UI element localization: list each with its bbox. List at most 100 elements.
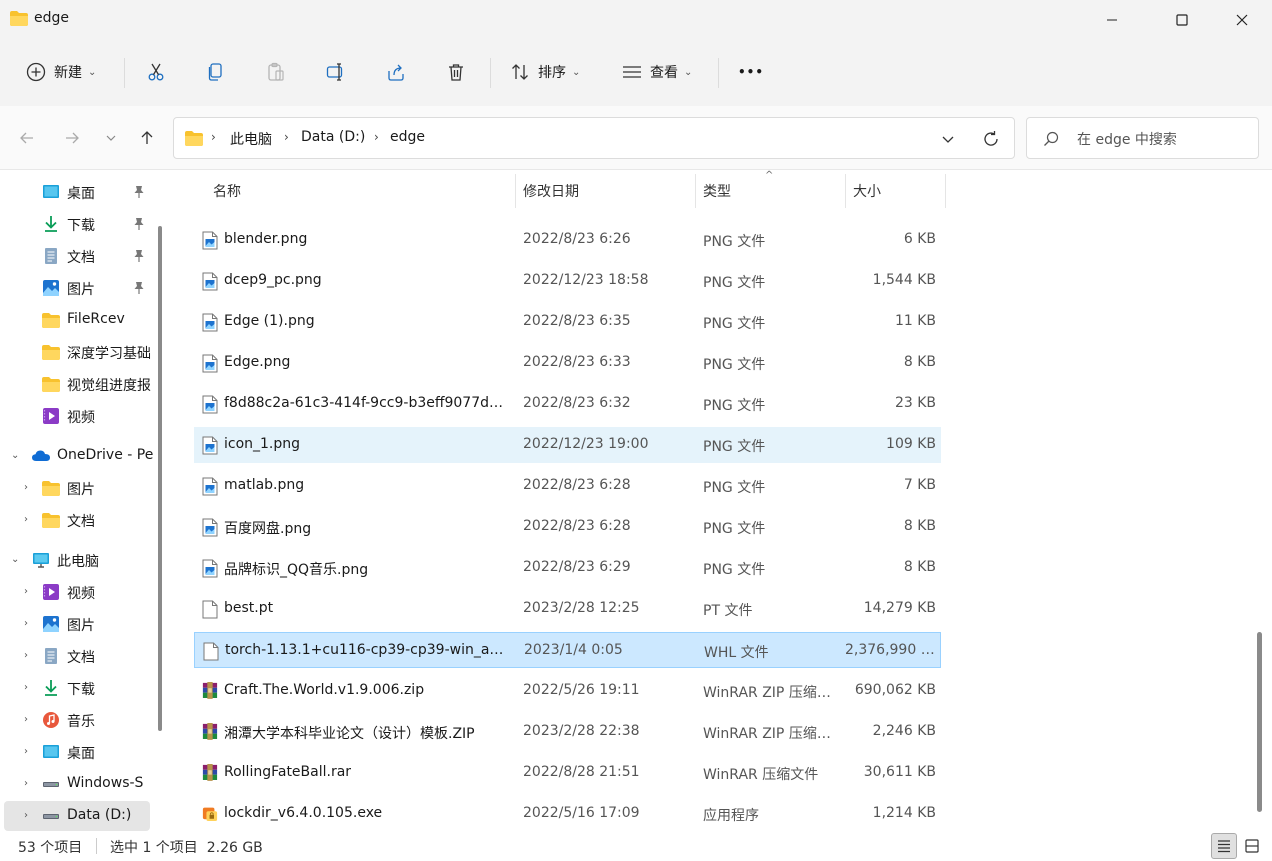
pin-icon[interactable] <box>133 281 145 295</box>
file-row[interactable]: best.pt 2023/2/28 12:25 PT 文件 14,279 KB <box>194 591 941 627</box>
chevron-right-icon[interactable]: › <box>24 746 28 757</box>
file-row[interactable]: dcep9_pc.png 2022/12/23 18:58 PNG 文件 1,544 … <box>194 263 941 299</box>
breadcrumb-edge[interactable]: edge <box>390 129 425 145</box>
chevron-right-icon[interactable]: › <box>24 810 28 821</box>
file-row[interactable]: matlab.png 2022/8/23 6:28 PNG 文件 7 KB <box>194 468 941 504</box>
delete-button[interactable] <box>446 54 466 90</box>
chevron-down-icon[interactable]: ⌄ <box>11 554 19 565</box>
file-name: blender.png <box>224 231 308 247</box>
copy-button[interactable] <box>206 54 226 90</box>
sidebar-item[interactable]: › 音乐 <box>0 705 156 735</box>
file-row[interactable]: 百度网盘.png 2022/8/23 6:28 PNG 文件 8 KB <box>194 509 941 545</box>
column-size[interactable]: 大小 <box>853 181 881 201</box>
sidebar-item[interactable]: ⌄ OneDrive - Pe <box>0 441 156 471</box>
breadcrumb-this-pc[interactable]: 此电脑 <box>230 129 272 149</box>
column-divider[interactable] <box>695 174 696 208</box>
forward-button[interactable] <box>58 124 86 152</box>
address-bar[interactable]: › 此电脑 › Data (D:) › edge <box>173 117 1015 159</box>
sidebar-item[interactable]: 桌面 <box>0 177 156 207</box>
breadcrumb-chevron[interactable]: › <box>374 130 379 144</box>
details-view-button[interactable] <box>1211 833 1237 859</box>
maximize-button[interactable] <box>1159 0 1205 40</box>
column-divider[interactable] <box>515 174 516 208</box>
more-icon: ••• <box>738 65 765 79</box>
file-name: 品牌标识_QQ音乐.png <box>224 562 369 578</box>
paste-button[interactable] <box>266 54 286 90</box>
pin-icon[interactable] <box>133 249 145 263</box>
column-divider[interactable] <box>945 174 946 208</box>
sidebar-scrollbar[interactable] <box>158 226 162 731</box>
sidebar-item[interactable]: 下载 <box>0 209 156 239</box>
file-row[interactable]: Edge.png 2022/8/23 6:33 PNG 文件 8 KB <box>194 345 941 381</box>
sidebar-item[interactable]: 视频 <box>0 401 156 431</box>
cut-button[interactable] <box>146 54 166 90</box>
back-button[interactable] <box>13 124 41 152</box>
minimize-button[interactable] <box>1089 0 1135 40</box>
pin-icon[interactable] <box>133 185 145 199</box>
tiles-view-button[interactable] <box>1239 833 1265 859</box>
search-box[interactable]: 在 edge 中搜索 <box>1026 117 1259 159</box>
sidebar-item[interactable]: › 桌面 <box>0 737 156 767</box>
sidebar-item[interactable]: › Data (D:) <box>4 801 150 831</box>
breadcrumb-chevron[interactable]: › <box>284 130 289 144</box>
chevron-right-icon[interactable]: › <box>24 618 28 629</box>
column-date[interactable]: 修改日期 <box>523 181 579 201</box>
file-row[interactable]: Edge (1).png 2022/8/23 6:35 PNG 文件 11 KB <box>194 304 941 340</box>
rename-button[interactable] <box>326 54 346 90</box>
file-row[interactable]: icon_1.png 2022/12/23 19:00 PNG 文件 109 KB <box>194 427 941 463</box>
chevron-right-icon[interactable]: › <box>24 714 28 725</box>
sidebar-item[interactable]: 文档 <box>0 241 156 271</box>
chevron-right-icon[interactable]: › <box>24 482 28 493</box>
file-list-scrollbar[interactable] <box>1257 632 1262 812</box>
up-button[interactable] <box>133 124 161 152</box>
share-button[interactable] <box>386 54 406 90</box>
sidebar-item[interactable]: 深度学习基础 <box>0 337 156 367</box>
file-row[interactable]: torch-1.13.1+cu116-cp39-cp39-win_amd64.w… <box>194 632 941 668</box>
toolbar-divider <box>718 58 719 88</box>
file-row[interactable]: lockdir_v6.4.0.105.exe 2022/5/16 17:09 应用程… <box>194 796 941 831</box>
sidebar-item[interactable]: › 文档 <box>0 641 156 671</box>
breadcrumb-chevron[interactable]: › <box>211 130 216 144</box>
sidebar-item[interactable]: 图片 <box>0 273 156 303</box>
sidebar-item[interactable]: 视觉组进度报 <box>0 369 156 399</box>
pin-icon[interactable] <box>133 217 145 231</box>
file-row[interactable]: 湘潭大学本科毕业论文（设计）模板.ZIP 2023/2/28 22:38 WinRA… <box>194 714 941 750</box>
file-size: 2,376,990 KB <box>845 642 935 658</box>
sort-icon <box>512 64 528 80</box>
column-divider[interactable] <box>845 174 846 208</box>
file-row[interactable]: 品牌标识_QQ音乐.png 2022/8/23 6:29 PNG 文件 8 KB <box>194 550 941 586</box>
search-input[interactable]: 在 edge 中搜索 <box>1077 129 1177 149</box>
sidebar-item-label: 桌面 <box>67 186 95 202</box>
column-type[interactable]: 类型 <box>703 181 731 201</box>
column-name[interactable]: 名称 <box>213 181 241 201</box>
chevron-down-icon[interactable] <box>940 131 956 147</box>
close-button[interactable] <box>1219 0 1265 40</box>
file-size: 2,246 KB <box>872 723 936 739</box>
chevron-right-icon[interactable]: › <box>24 586 28 597</box>
sidebar-item[interactable]: FileRcev <box>0 305 156 335</box>
chevron-right-icon[interactable]: › <box>24 650 28 661</box>
chevron-right-icon[interactable]: › <box>24 514 28 525</box>
file-row[interactable]: Craft.The.World.v1.9.006.zip 2022/5/26 19… <box>194 673 941 709</box>
sidebar-item[interactable]: › 文档 <box>0 505 156 535</box>
refresh-icon[interactable] <box>982 130 1000 148</box>
new-button[interactable]: 新建 ⌄ <box>26 54 96 90</box>
sidebar-item[interactable]: ⌄ 此电脑 <box>0 545 156 575</box>
file-row[interactable]: blender.png 2022/8/23 6:26 PNG 文件 6 KB <box>194 222 941 258</box>
recent-locations-button[interactable] <box>97 124 125 152</box>
file-row[interactable]: RollingFateBall.rar 2022/8/28 21:51 WinRAR… <box>194 755 941 791</box>
chevron-right-icon[interactable]: › <box>24 778 28 789</box>
breadcrumb-data-d[interactable]: Data (D:) <box>301 129 365 145</box>
sidebar-item[interactable]: › 图片 <box>0 609 156 639</box>
chevron-right-icon[interactable]: › <box>24 682 28 693</box>
sidebar-item[interactable]: › 视频 <box>0 577 156 607</box>
chevron-down-icon[interactable]: ⌄ <box>11 450 19 461</box>
sort-button[interactable]: 排序 ⌄ <box>510 54 580 90</box>
file-row[interactable]: f8d88c2a-61c3-414f-9cc9-b3eff9077d3a.png… <box>194 386 941 422</box>
sidebar-item[interactable]: › 图片 <box>0 473 156 503</box>
view-button[interactable]: 查看 ⌄ <box>622 54 692 90</box>
file-type: PNG 文件 <box>703 357 766 373</box>
sidebar-item[interactable]: › Windows-S <box>0 769 156 799</box>
more-options-button[interactable]: ••• <box>738 54 764 90</box>
sidebar-item[interactable]: › 下载 <box>0 673 156 703</box>
